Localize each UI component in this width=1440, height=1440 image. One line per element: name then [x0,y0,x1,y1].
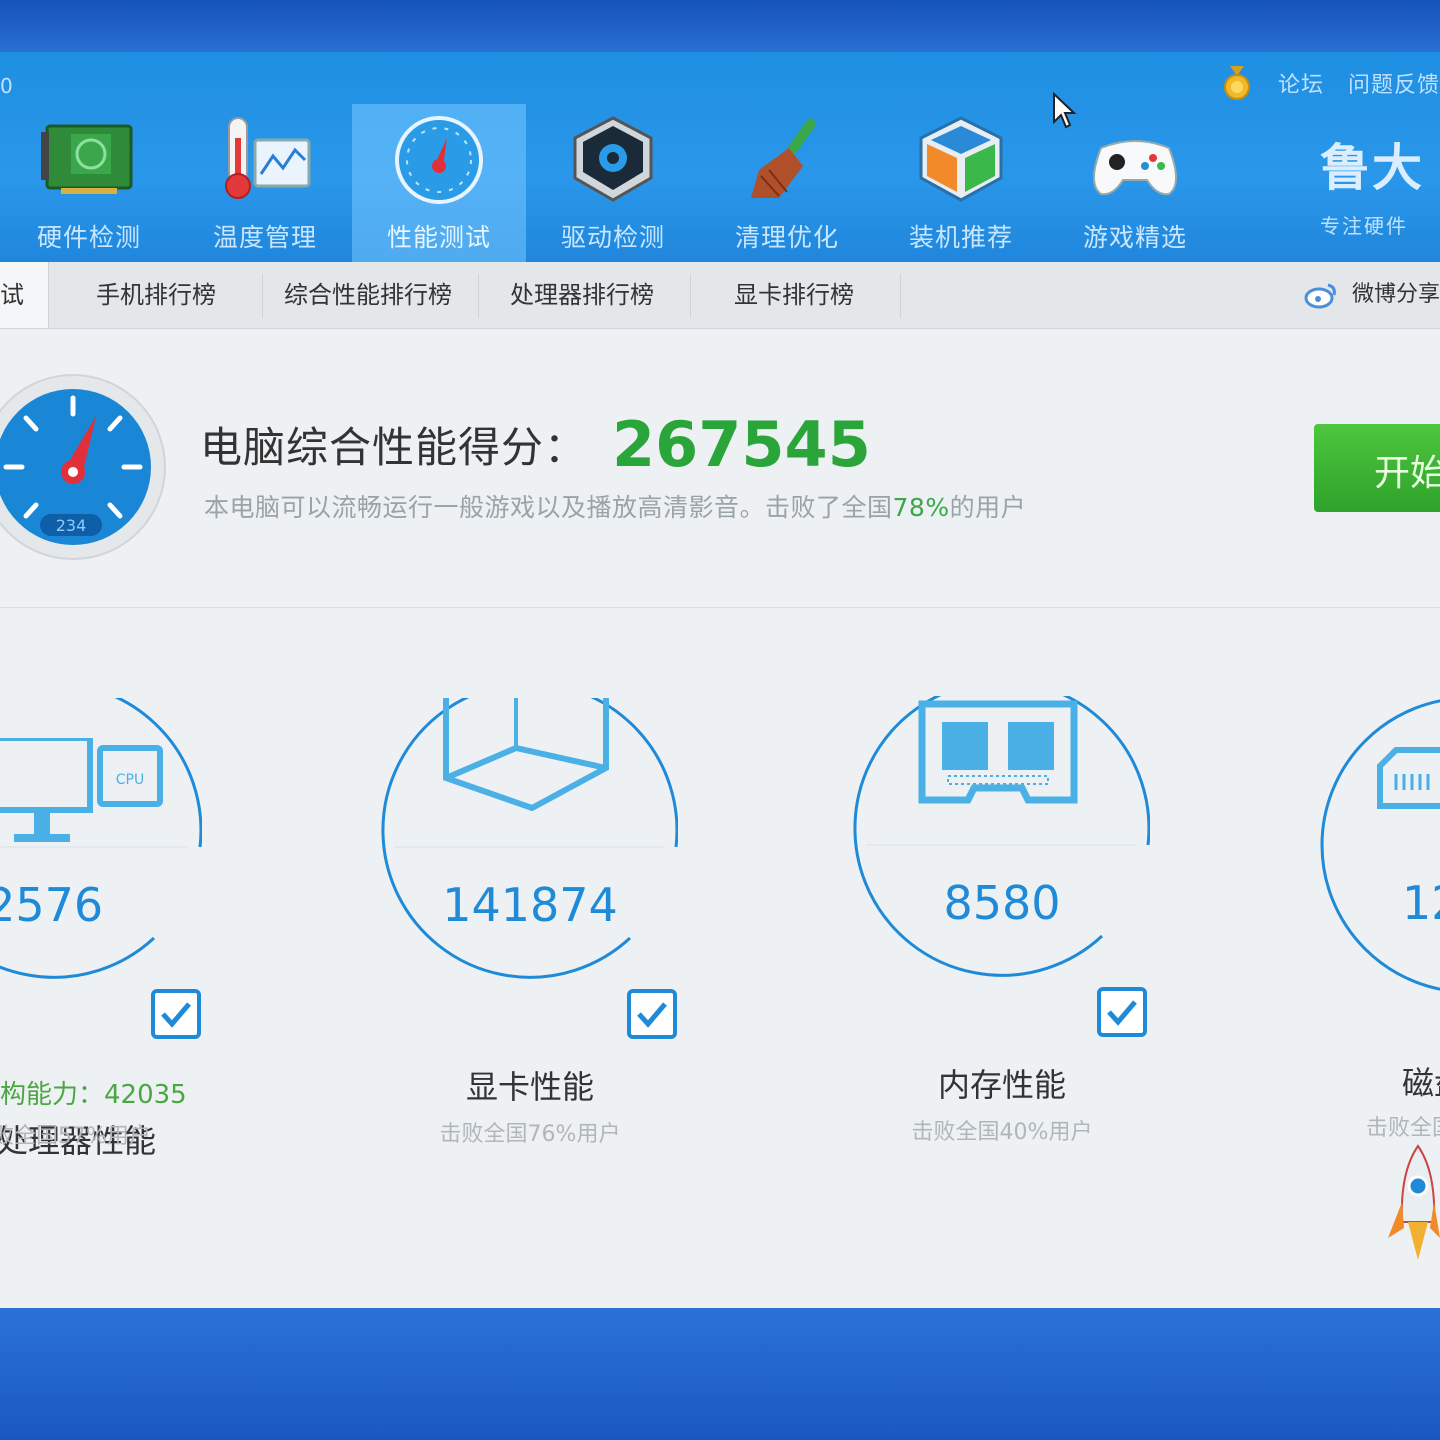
app-window: 0 论坛 问题反馈 硬件检测 温度管理 性能测试 驱动检测 清理优化 装机推荐 … [0,52,1440,1308]
nav-label: 驱动检测 [560,223,665,252]
tab-gpu-ranking[interactable]: 显卡排行榜 [734,262,854,328]
screen-bezel-bottom [0,1308,1440,1440]
speedometer-icon [395,116,483,204]
top-links: 论坛 问题反馈 [1220,66,1440,100]
screen-bezel-top [0,0,1440,52]
cpu-chip-label: CPU [116,772,144,788]
tab-separator [900,274,901,318]
gauge-label: 234 [56,516,87,535]
nav-label: 清理优化 [734,223,839,252]
weibo-share-label: 微博分享 [1351,282,1440,307]
tab-phone-ranking[interactable]: 手机排行榜 [96,262,216,328]
medal-icon[interactable] [1220,66,1254,100]
nav-item-driver[interactable]: 驱动检测 [526,104,700,262]
start-test-button[interactable]: 开始 [1314,424,1440,512]
tab-overall-ranking[interactable]: 综合性能排行榜 [284,262,452,328]
cpu-monitor-icon: CPU [0,738,163,842]
subtab-bar: 试 手机排行榜 综合性能排行榜 处理器排行榜 显卡排行榜 微博分享 [0,262,1440,329]
app-header: 0 论坛 问题反馈 硬件检测 温度管理 性能测试 驱动检测 清理优化 装机推荐 … [0,52,1440,262]
disk-beat-rate: 击败全国 [1366,1116,1440,1141]
memory-checkbox-icon[interactable] [1096,986,1148,1038]
score-desc-text: 本电脑可以流畅运行一般游戏以及播放高清影音。击败了全国 [204,493,893,522]
feedback-link[interactable]: 问题反馈 [1348,67,1440,99]
memory-beat-rate: 击败全国40%用户 [911,1120,1093,1145]
nav-label: 温度管理 [212,223,317,252]
memory-score: 8580 [943,876,1061,930]
disk-drive-icon [1377,747,1440,809]
gpu-checkbox-icon[interactable] [626,988,678,1040]
disk-score: 12 [1402,876,1440,930]
cpu-checkbox-icon[interactable] [150,988,202,1040]
gpu-cube-icon [443,698,609,812]
nav-item-build[interactable]: 装机推荐 [874,104,1048,262]
nav-label: 性能测试 [386,223,491,252]
hardware-card-icon [41,124,133,194]
nav-label: 游戏精选 [1082,223,1187,252]
memory-chip-icon [918,700,1078,804]
brand-block: 鲁大 专注硬件 [1320,128,1440,239]
section-divider [0,607,1440,608]
disk-card-title: 磁盘性能 [1402,1064,1440,1102]
performance-gauge-icon: 234 [0,374,166,560]
driver-gear-icon [573,116,653,202]
nav-item-hardware[interactable]: 硬件检测 [0,104,178,262]
tab-cpu-ranking[interactable]: 处理器排行榜 [510,262,654,328]
nav-label: 硬件检测 [36,223,141,252]
thermometer-icon [225,117,311,199]
score-desc-percent: 78% [892,493,950,522]
memory-score-card[interactable]: 8580 内存性能 击败全国40%用户 [852,696,1152,1156]
rocket-icon[interactable] [1384,1142,1440,1272]
disk-ring [1320,699,1440,991]
disk-score-card[interactable]: 12 磁盘性能 击败全国 [1320,696,1440,1156]
nav-item-performance[interactable]: 性能测试 [352,104,526,262]
tab-separator [478,274,479,318]
nav-item-games[interactable]: 游戏精选 [1048,104,1222,262]
score-title: 电脑综合性能得分： [200,423,588,472]
nav-label: 装机推荐 [908,223,1013,252]
tab-separator [690,274,691,318]
gpu-score-card[interactable]: 141874 显卡性能 击败全国76%用户 [380,698,680,1158]
weibo-share-button[interactable]: 微博分享 [1304,262,1440,328]
weibo-icon [1304,283,1336,309]
overall-score: 267545 [612,408,871,481]
main-nav: 硬件检测 温度管理 性能测试 驱动检测 清理优化 装机推荐 游戏精选 [0,104,1222,262]
cpu-sub-score: 构能力：42035 [0,1080,187,1110]
forum-link[interactable]: 论坛 [1278,67,1324,99]
cpu-score-card[interactable]: CPU 62576 构能力：42035 处理器性能 [0,698,204,1160]
gpu-score: 141874 [442,878,618,932]
broom-icon [751,118,816,198]
gpu-beat-rate: 击败全国76%用户 [439,1122,621,1147]
nav-item-temperature[interactable]: 温度管理 [178,104,352,262]
brand-tagline: 专注硬件 [1320,214,1408,238]
tab-separator [262,274,263,318]
gpu-card-title: 显卡性能 [465,1068,594,1106]
cpu-beat-rate: 击败全国57%用户 [0,1124,151,1149]
cpu-score: 62576 [0,878,104,932]
start-button-label: 开始 [1374,453,1440,494]
logo-fragment: 0 [0,74,13,98]
nav-item-cleanup[interactable]: 清理优化 [700,104,874,262]
memory-card-title: 内存性能 [937,1066,1066,1104]
tab-performance-test[interactable]: 试 [0,262,48,328]
gamepad-icon [1093,140,1177,196]
score-description: 本电脑可以流畅运行一般游戏以及播放高清影音。击败了全国78%的用户 [204,488,1026,524]
cube-icon [919,116,1003,202]
score-desc-suffix: 的用户 [949,493,1027,522]
brand-name: 鲁大 [1320,139,1424,197]
